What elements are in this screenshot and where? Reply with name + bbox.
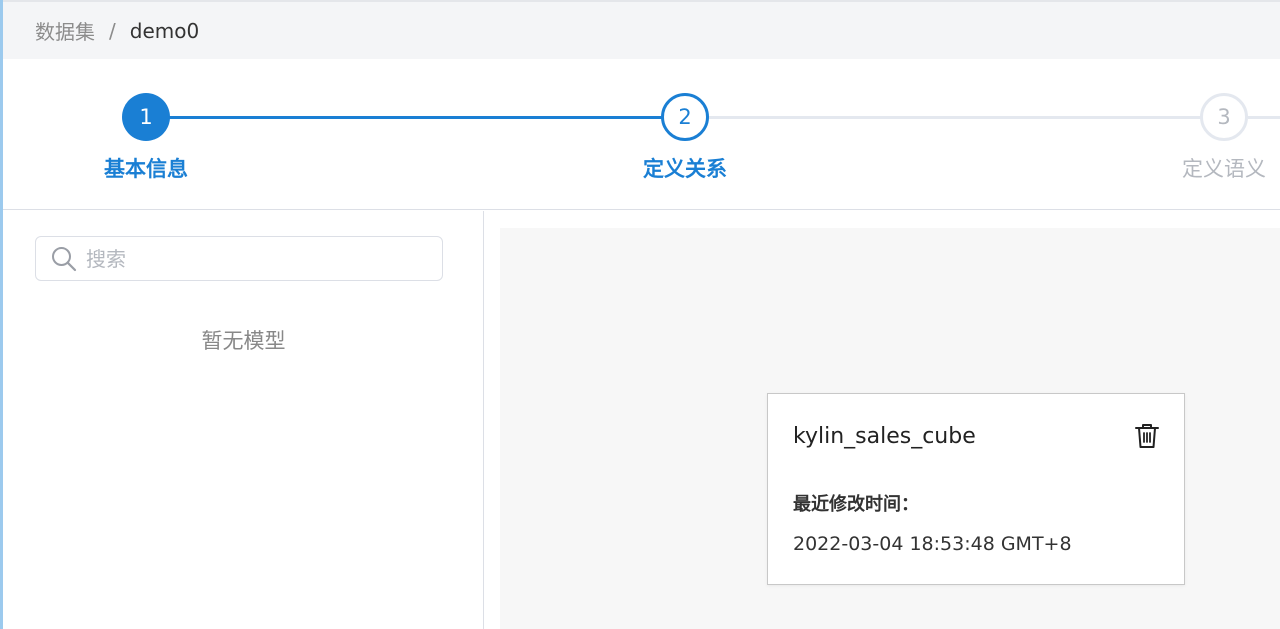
search-input[interactable]: [86, 246, 426, 271]
step-3-circle[interactable]: 3: [1200, 93, 1248, 141]
search-icon: [52, 246, 77, 271]
model-sidebar: 暂无模型: [3, 211, 484, 629]
step-2-label[interactable]: 定义关系: [605, 153, 765, 183]
breadcrumb-separator: /: [109, 18, 116, 43]
model-card[interactable]: kylin_sales_cube 最近修改时间： 2022-03-04 18:5…: [767, 393, 1185, 585]
step-1-label[interactable]: 基本信息: [66, 153, 226, 183]
step-connector-done: [168, 116, 665, 119]
modified-time-label: 最近修改时间：: [793, 494, 919, 515]
step-progress: 1 基本信息 2 定义关系 3 定义语义: [3, 59, 1280, 210]
breadcrumb: 数据集 / demo0: [3, 0, 1280, 59]
breadcrumb-root-link[interactable]: 数据集: [35, 16, 95, 45]
empty-model-text: 暂无模型: [201, 329, 286, 353]
modified-time-value: 2022-03-04 18:53:48 GMT+8: [793, 533, 1072, 555]
step-connector-pending: [708, 116, 1208, 119]
search-box[interactable]: [35, 236, 443, 281]
step-2-circle[interactable]: 2: [661, 93, 709, 141]
step-connector-pending: [1248, 116, 1280, 119]
step-3-label[interactable]: 定义语义: [1144, 153, 1280, 183]
model-name: kylin_sales_cube: [793, 424, 976, 449]
trash-icon[interactable]: [1134, 422, 1160, 450]
step-1-circle[interactable]: 1: [122, 93, 170, 141]
breadcrumb-current: demo0: [129, 18, 200, 43]
